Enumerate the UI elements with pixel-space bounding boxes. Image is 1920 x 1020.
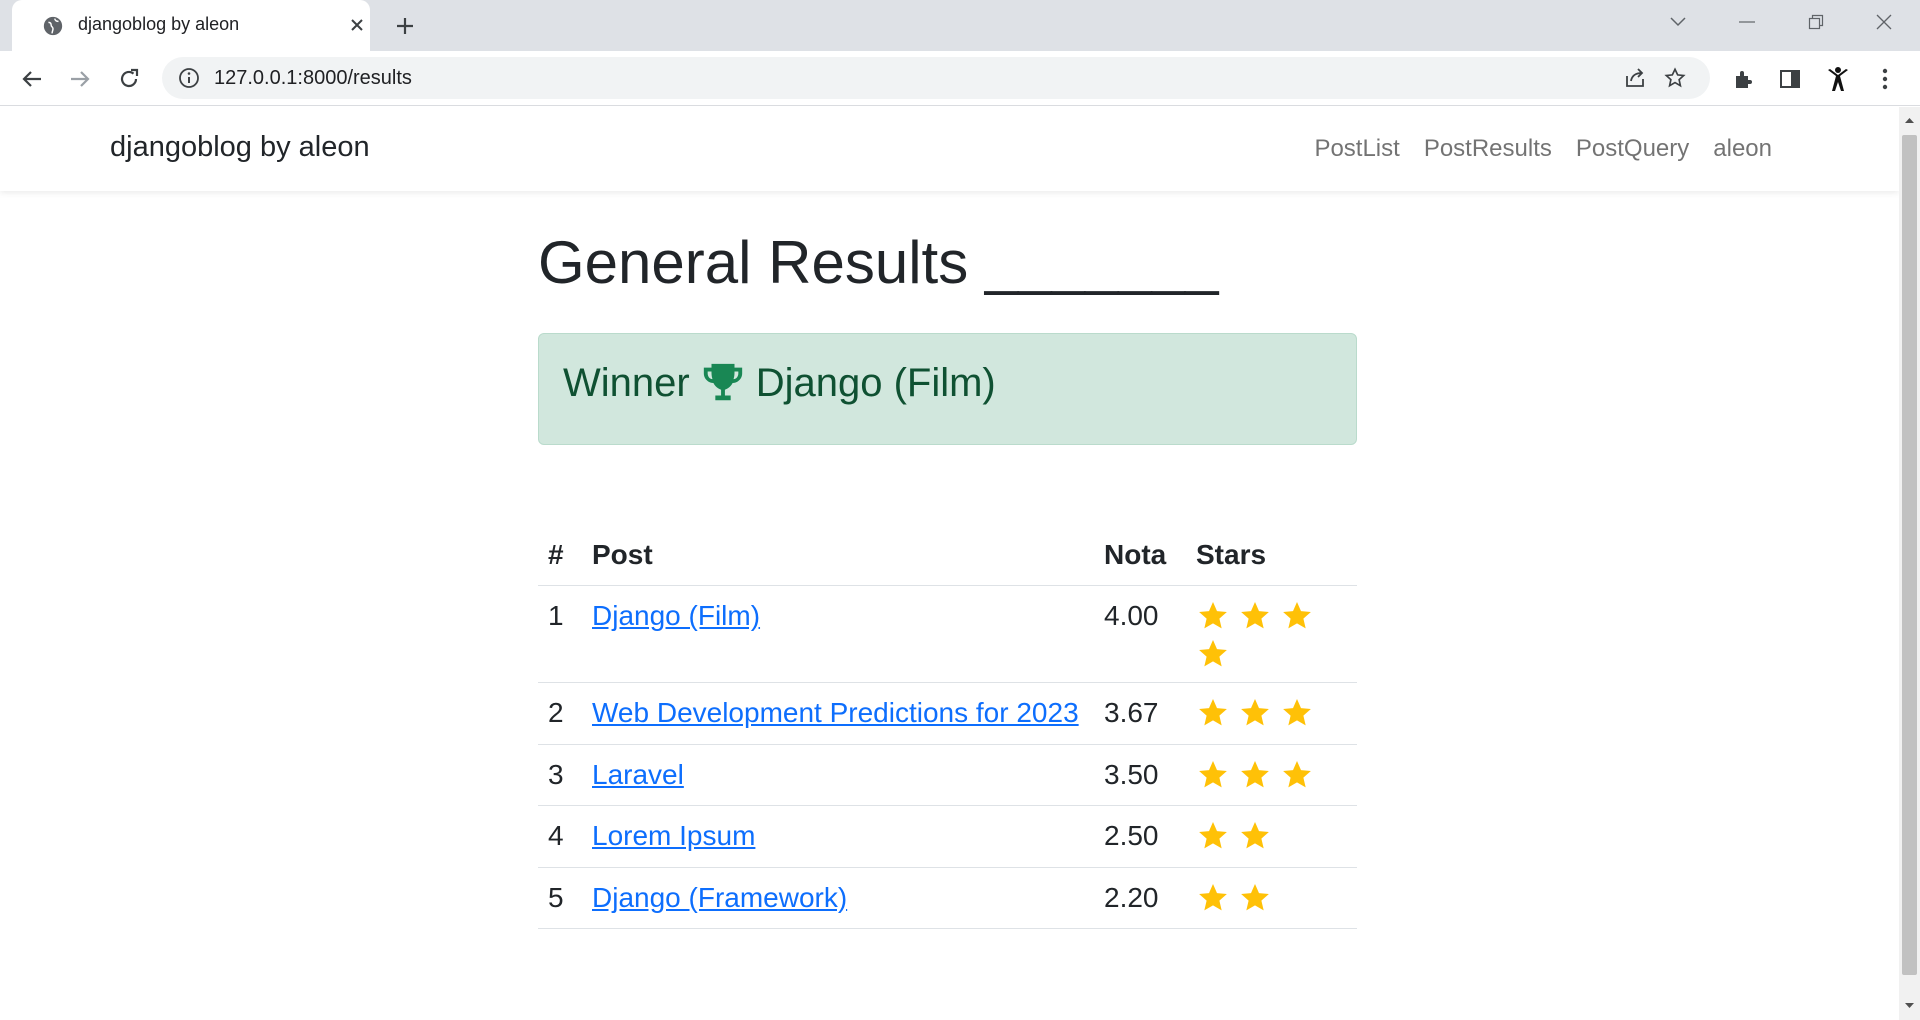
info-icon[interactable] xyxy=(178,67,200,89)
row-nota: 2.50 xyxy=(1094,805,1186,868)
row-number: 1 xyxy=(538,585,582,684)
address-bar[interactable]: 127.0.0.1:8000/results xyxy=(162,57,1710,99)
trophy-icon xyxy=(703,363,742,401)
star-icon xyxy=(1241,883,1269,910)
star-rating xyxy=(1196,880,1326,914)
post-link[interactable]: Django (Framework) xyxy=(592,882,847,913)
minimize-icon[interactable] xyxy=(1729,8,1765,36)
table-header-row: # Post Nota Stars xyxy=(538,525,1357,587)
star-rating xyxy=(1196,695,1326,729)
close-tab-icon[interactable] xyxy=(345,13,369,37)
navbar-brand[interactable]: djangoblog by aleon xyxy=(110,131,370,164)
nav-link-postresults[interactable]: PostResults xyxy=(1424,135,1552,163)
menu-kebab-icon[interactable] xyxy=(1869,63,1901,95)
navbar-links: PostList PostResults PostQuery aleon xyxy=(1314,135,1772,163)
star-rating xyxy=(1196,598,1326,670)
side-panel-icon[interactable] xyxy=(1774,63,1806,95)
star-icon xyxy=(1199,699,1227,726)
table-row: 1 Django (Film) 4.00 xyxy=(538,585,1357,684)
star-rating xyxy=(1196,757,1326,791)
post-link[interactable]: Web Development Predictions for 2023 xyxy=(592,697,1079,728)
url-text[interactable]: 127.0.0.1:8000/results xyxy=(214,67,412,90)
new-tab-icon[interactable] xyxy=(390,11,420,41)
back-arrow-icon[interactable] xyxy=(16,63,48,95)
row-number: 5 xyxy=(538,867,582,929)
page-viewport: djangoblog by aleon PostList PostResults… xyxy=(0,107,1899,1020)
page-scrollbar[interactable] xyxy=(1899,107,1920,1020)
tab-search-icon[interactable] xyxy=(1660,8,1696,36)
post-link[interactable]: Laravel xyxy=(592,759,684,790)
restore-icon[interactable] xyxy=(1798,8,1834,36)
table-row: 3 Laravel 3.50 xyxy=(538,744,1357,807)
row-number: 4 xyxy=(538,805,582,868)
header-stars: Stars xyxy=(1186,525,1357,587)
table-row: 2 Web Development Predictions for 2023 3… xyxy=(538,682,1357,745)
table-row: 4 Lorem Ipsum 2.50 xyxy=(538,805,1357,868)
row-nota: 2.20 xyxy=(1094,867,1186,929)
row-number: 3 xyxy=(538,744,582,807)
star-icon xyxy=(1199,640,1227,667)
header-number: # xyxy=(538,525,582,587)
site-navbar: djangoblog by aleon PostList PostResults… xyxy=(0,107,1899,191)
star-icon xyxy=(1283,760,1311,788)
star-rating xyxy=(1196,818,1326,852)
profile-avatar[interactable] xyxy=(1822,63,1854,95)
star-icon xyxy=(1241,699,1269,726)
winner-alert: Winner Django (Film) xyxy=(538,333,1357,445)
browser-tab-strip: djangoblog by aleon xyxy=(0,0,1920,51)
browser-toolbar: 127.0.0.1:8000/results xyxy=(0,51,1920,106)
winner-name: Django (Film) xyxy=(755,360,996,405)
results-table: # Post Nota Stars 1 Django (Film) 4.00 2… xyxy=(538,525,1357,929)
nav-link-postquery[interactable]: PostQuery xyxy=(1576,135,1689,163)
nav-link-postlist[interactable]: PostList xyxy=(1314,135,1399,163)
star-icon xyxy=(1199,822,1227,849)
header-post: Post xyxy=(582,525,1094,587)
main-content: General Results _______ Winner Django (F… xyxy=(538,227,1357,929)
post-link[interactable]: Django (Film) xyxy=(592,600,760,631)
row-nota: 4.00 xyxy=(1094,585,1186,684)
row-nota: 3.50 xyxy=(1094,744,1186,807)
scroll-down-arrow-icon[interactable] xyxy=(1904,1000,1915,1011)
star-icon xyxy=(1283,699,1311,726)
forward-arrow-icon[interactable] xyxy=(64,63,96,95)
extensions-icon[interactable] xyxy=(1727,63,1759,95)
star-icon xyxy=(1199,883,1227,910)
table-row: 5 Django (Framework) 2.20 xyxy=(538,867,1357,929)
browser-tab[interactable]: djangoblog by aleon xyxy=(12,0,370,51)
star-icon xyxy=(1241,822,1269,849)
reload-icon[interactable] xyxy=(113,63,145,95)
share-icon[interactable] xyxy=(1622,65,1648,91)
star-icon xyxy=(1241,760,1269,788)
star-icon xyxy=(1199,760,1227,788)
bookmark-star-icon[interactable] xyxy=(1662,65,1688,91)
header-nota: Nota xyxy=(1094,525,1186,587)
post-link[interactable]: Lorem Ipsum xyxy=(592,820,755,851)
nav-link-user[interactable]: aleon xyxy=(1713,135,1772,163)
star-icon xyxy=(1283,602,1311,629)
winner-label: Winner xyxy=(563,360,690,405)
scroll-up-arrow-icon[interactable] xyxy=(1904,115,1915,126)
tab-title: djangoblog by aleon xyxy=(78,14,240,34)
star-icon xyxy=(1199,602,1227,629)
row-nota: 3.67 xyxy=(1094,682,1186,745)
scrollbar-thumb[interactable] xyxy=(1902,135,1917,975)
close-window-icon[interactable] xyxy=(1866,8,1902,36)
globe-icon xyxy=(43,16,63,36)
page-title: General Results _______ xyxy=(538,229,1219,296)
row-number: 2 xyxy=(538,682,582,745)
star-icon xyxy=(1241,602,1269,629)
